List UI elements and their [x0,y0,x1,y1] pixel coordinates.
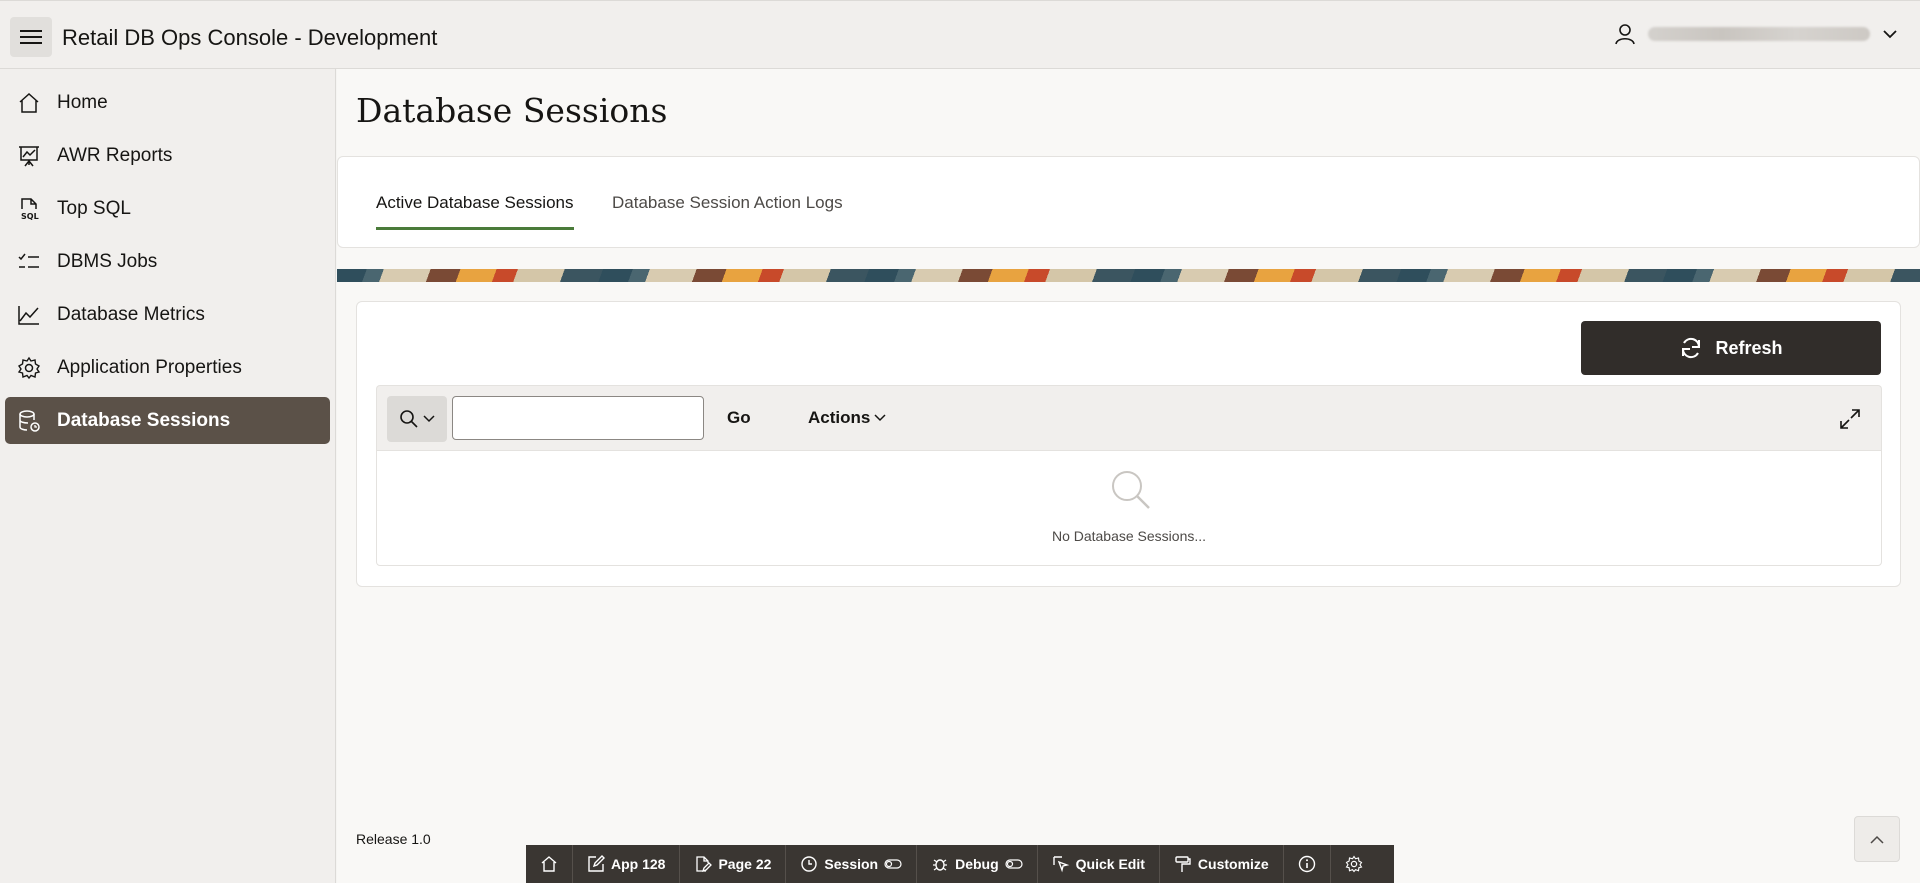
database-clock-icon [16,408,42,434]
dev-page-label: Page 22 [718,856,772,872]
sidebar-item-database-sessions[interactable]: Database Sessions [5,397,330,444]
chevron-down-icon [1883,30,1897,39]
toggle-icon [884,859,902,869]
dev-customize-button[interactable]: Customize [1160,845,1284,883]
edit-icon [588,855,605,872]
actions-label: Actions [808,408,871,427]
checklist-icon [16,249,42,275]
dev-info-button[interactable] [1284,845,1331,883]
search-input[interactable] [452,396,704,440]
decorative-banner [337,269,1920,282]
paint-roller-icon [1175,856,1191,872]
sidebar-item-label: Application Properties [57,356,242,378]
sidebar-item-label: Database Metrics [57,303,205,325]
sidebar-item-label: Database Sessions [57,409,231,431]
info-icon [1298,855,1315,873]
refresh-icon [1682,337,1701,359]
dev-customize-label: Customize [1197,856,1269,872]
toggle-icon [1005,859,1023,869]
sidebar-item-database-metrics[interactable]: Database Metrics [5,291,330,338]
app-header: Retail DB Ops Console - Development [0,0,1920,69]
tab-database-session-action-logs[interactable]: Database Session Action Logs [612,193,843,227]
sidebar-item-label: Top SQL [57,197,131,219]
svg-text:SQL: SQL [21,212,39,221]
sidebar-item-application-properties[interactable]: Application Properties [5,344,330,391]
dev-settings-button[interactable] [1331,845,1377,883]
dev-quick-edit-label: Quick Edit [1075,856,1145,872]
page-edit-icon [696,856,713,873]
dev-session-label: Session [824,856,879,872]
main-content: Database Sessions Active Database Sessio… [337,69,1920,883]
tabs-region: Active Database Sessions Database Sessio… [337,156,1920,248]
release-label: Release 1.0 [356,831,431,847]
sidebar-item-home[interactable]: Home [5,79,330,126]
sidebar-item-label: Home [57,91,108,113]
dev-home-button[interactable] [526,845,573,883]
hamburger-menu-button[interactable] [10,17,52,57]
session-icon [801,856,818,872]
report-toolbar: Go Actions [376,385,1882,450]
gear-icon [1345,855,1363,873]
gear-icon [16,355,42,381]
developer-toolbar: App 128 Page 22 Session Debug Quick Edit… [526,845,1394,883]
bug-icon [933,859,948,871]
chevron-up-icon [1870,835,1884,844]
sidebar-item-awr-reports[interactable]: AWR Reports [5,132,330,179]
maximize-button[interactable] [1837,406,1863,432]
tab-active-database-sessions[interactable]: Active Database Sessions [376,193,574,230]
refresh-label: Refresh [1715,337,1783,358]
user-icon [1615,24,1635,45]
sidebar-item-label: AWR Reports [57,144,173,166]
hamburger-icon [20,30,42,44]
scroll-to-top-button[interactable] [1854,816,1900,862]
sidebar-nav: Home AWR Reports SQL Top SQL DBMS Jobs D… [0,69,336,883]
sql-file-icon: SQL [16,196,42,222]
sessions-report-region: Refresh Go Actions No Database Sessions.… [356,301,1901,587]
dev-debug-button[interactable]: Debug [917,845,1038,883]
dev-debug-label: Debug [955,856,999,872]
home-icon [541,856,557,872]
dev-app-button[interactable]: App 128 [573,845,681,883]
dev-page-button[interactable]: Page 22 [680,845,787,883]
sidebar-item-dbms-jobs[interactable]: DBMS Jobs [5,238,330,285]
search-icon [1112,471,1150,509]
dev-quick-edit-button[interactable]: Quick Edit [1038,845,1160,883]
empty-message: No Database Sessions... [1051,528,1207,544]
chevron-down-icon [874,414,886,422]
expand-icon [1840,409,1860,429]
dev-app-label: App 128 [611,856,666,872]
cursor-select-icon [1052,856,1070,873]
presentation-chart-icon [16,143,42,169]
page-title: Database Sessions [356,91,668,130]
refresh-button[interactable]: Refresh [1581,321,1881,375]
user-email [1648,27,1870,41]
search-icon [400,410,418,428]
search-column-menu-button[interactable] [387,396,447,442]
home-icon [16,90,42,116]
line-chart-icon [16,302,42,328]
user-menu[interactable] [1614,23,1898,45]
dev-session-button[interactable]: Session [786,845,918,883]
empty-state: No Database Sessions... [376,450,1882,566]
sidebar-item-top-sql[interactable]: SQL Top SQL [5,185,330,232]
app-title[interactable]: Retail DB Ops Console - Development [62,25,437,51]
go-button[interactable]: Go [727,408,751,428]
chevron-down-icon [423,415,435,423]
sidebar-item-label: DBMS Jobs [57,250,158,272]
actions-menu-button[interactable]: Actions [808,408,886,428]
